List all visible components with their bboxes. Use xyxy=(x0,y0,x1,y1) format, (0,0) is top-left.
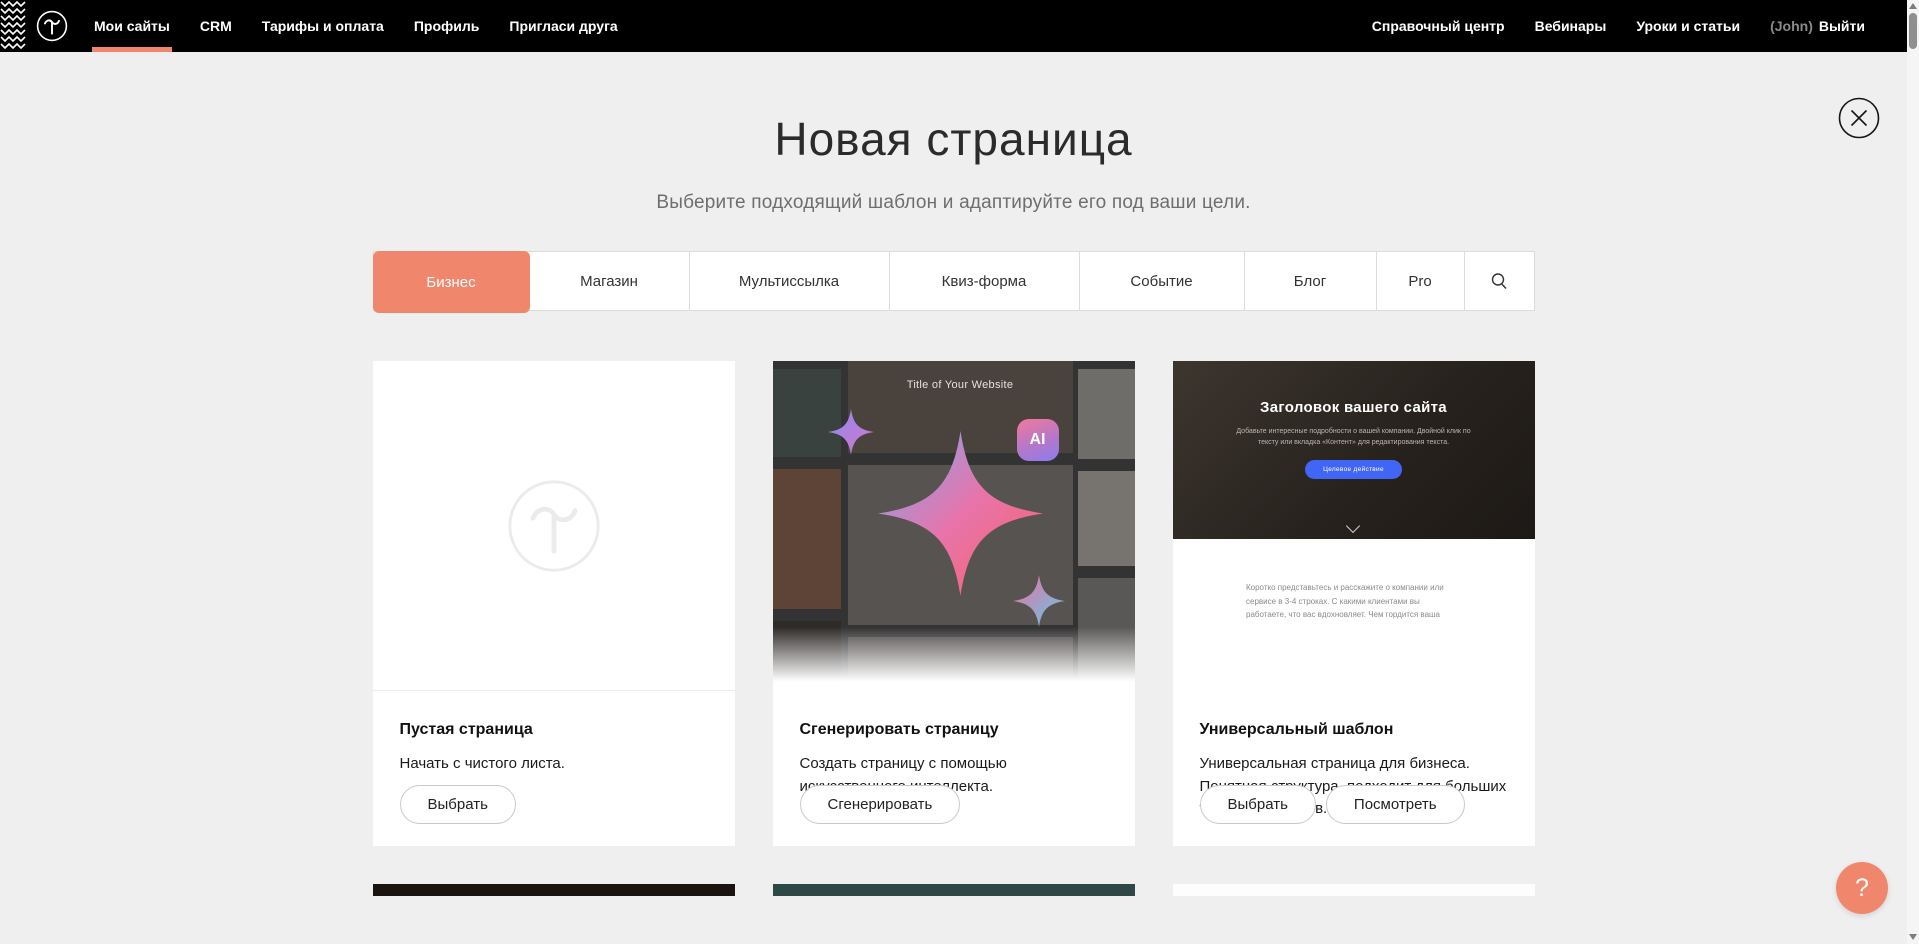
zigzag-edge-decoration xyxy=(0,0,26,52)
sparkle-star-small-icon xyxy=(1013,573,1065,629)
chevron-down-icon xyxy=(1345,519,1359,533)
ai-badge: AI xyxy=(1017,419,1059,461)
tab-store[interactable]: Магазин xyxy=(530,252,690,310)
template-card-universal: Заголовок вашего сайта Добавьте интересн… xyxy=(1173,361,1535,846)
collage-tile xyxy=(1078,369,1135,459)
tab-multilink[interactable]: Мультиссылка xyxy=(690,252,890,310)
page-subtitle: Выберите подходящий шаблон и адаптируйте… xyxy=(0,192,1907,214)
tab-quiz-form[interactable]: Квиз-форма xyxy=(890,252,1080,310)
nav-left-menu: Мои сайты CRM Тарифы и оплата Профиль Пр… xyxy=(94,0,648,52)
universal-template-preview: Заголовок вашего сайта Добавьте интересн… xyxy=(1173,361,1535,691)
nav-item-invite-friend[interactable]: Пригласи друга xyxy=(509,0,617,52)
nav-item-webinars[interactable]: Вебинары xyxy=(1535,18,1607,34)
tab-business[interactable]: Бизнес xyxy=(373,251,530,313)
nav-item-profile[interactable]: Профиль xyxy=(414,0,480,52)
card-body: Сгенерировать страницу Создать страницу … xyxy=(773,691,1135,846)
top-navigation: Мои сайты CRM Тарифы и оплата Профиль Пр… xyxy=(0,0,1907,52)
question-mark-icon: ? xyxy=(1855,874,1869,903)
tab-pro[interactable]: Pro xyxy=(1377,252,1465,310)
template-card-ai-generate: Title of Your Website xyxy=(773,361,1135,846)
user-name: (John) xyxy=(1770,18,1813,34)
vertical-scrollbar[interactable] xyxy=(1907,0,1919,944)
tab-event[interactable]: Событие xyxy=(1080,252,1245,310)
template-category-tabs: Бизнес Магазин Мультиссылка Квиз-форма С… xyxy=(373,251,1535,311)
tilda-logo[interactable] xyxy=(36,10,68,42)
scrollbar-thumb[interactable] xyxy=(1909,13,1917,49)
help-button[interactable]: ? xyxy=(1836,862,1888,914)
collage-tile xyxy=(1078,471,1135,566)
template-card-partial[interactable] xyxy=(1173,884,1535,896)
generate-page-button[interactable]: Сгенерировать xyxy=(800,785,961,824)
ai-preview-collage: Title of Your Website xyxy=(773,361,1135,691)
collage-tile xyxy=(773,469,841,609)
main-content: Новая страница Выберите подходящий шабло… xyxy=(0,52,1907,896)
tab-search[interactable] xyxy=(1465,252,1534,310)
card-description: Начать с чистого листа. xyxy=(400,753,708,776)
preview-cta-button: Целевое действие xyxy=(1305,460,1402,479)
nav-item-lessons[interactable]: Уроки и статьи xyxy=(1636,18,1740,34)
nav-item-tariffs[interactable]: Тарифы и оплата xyxy=(262,0,384,52)
next-cards-row-partial xyxy=(373,884,1535,896)
card-title: Сгенерировать страницу xyxy=(800,721,1108,739)
user-block: (John) Выйти xyxy=(1770,18,1865,34)
preview-body-text: Коротко представьтесь и расскажите о ком… xyxy=(1246,581,1461,621)
scroll-up-arrow-icon[interactable] xyxy=(1909,3,1917,9)
preview-hero-section: Заголовок вашего сайта Добавьте интересн… xyxy=(1173,361,1535,539)
blank-page-preview xyxy=(373,361,735,691)
nav-item-crm[interactable]: CRM xyxy=(200,0,232,52)
collage-site-title: Title of Your Website xyxy=(848,379,1073,391)
nav-right-menu: Справочный центр Вебинары Уроки и статьи… xyxy=(1372,18,1865,34)
tilda-watermark-icon xyxy=(506,478,602,574)
preview-fade xyxy=(773,627,1135,691)
card-body: Универсальный шаблон Универсальная стран… xyxy=(1173,691,1535,846)
card-title: Универсальный шаблон xyxy=(1200,721,1508,739)
scroll-down-arrow-icon[interactable] xyxy=(1909,934,1917,940)
tab-blog[interactable]: Блог xyxy=(1245,252,1377,310)
template-card-partial[interactable] xyxy=(773,884,1135,896)
choose-blank-page-button[interactable]: Выбрать xyxy=(400,785,516,824)
nav-item-my-sites[interactable]: Мои сайты xyxy=(94,0,170,52)
sparkle-star-small-icon xyxy=(828,406,874,458)
template-cards-row: Пустая страница Начать с чистого листа. … xyxy=(373,361,1535,846)
card-body: Пустая страница Начать с чистого листа. … xyxy=(373,691,735,846)
card-title: Пустая страница xyxy=(400,721,708,739)
search-icon xyxy=(1490,272,1508,290)
preview-hero-title: Заголовок вашего сайта xyxy=(1260,399,1447,416)
logout-link[interactable]: Выйти xyxy=(1819,18,1865,34)
view-universal-button[interactable]: Посмотреть xyxy=(1326,785,1465,824)
choose-universal-button[interactable]: Выбрать xyxy=(1200,785,1316,824)
preview-hero-subtitle: Добавьте интересные подробности о вашей … xyxy=(1229,426,1479,448)
template-card-blank-page: Пустая страница Начать с чистого листа. … xyxy=(373,361,735,846)
template-card-partial[interactable] xyxy=(373,884,735,896)
nav-item-help-center[interactable]: Справочный центр xyxy=(1372,18,1505,34)
page-title: Новая страница xyxy=(0,112,1907,166)
